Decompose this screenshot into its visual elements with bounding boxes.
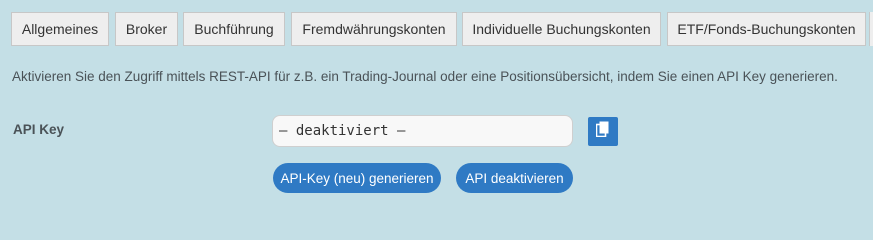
settings-tabs: Allgemeines Broker Buchführung Fremdwähr… [0,0,873,60]
tab-individuelle-buchungskonten[interactable]: Individuelle Buchungskonten [462,12,661,46]
copy-icon [595,121,610,142]
api-key-field[interactable]: – deaktiviert – [272,115,573,147]
tab-broker[interactable]: Broker [115,12,178,46]
generate-api-key-button[interactable]: API-Key (neu) generieren [273,163,441,193]
copy-button[interactable] [588,117,618,146]
tab-fremdwaehrungskonten[interactable]: Fremdwährungskonten [291,12,457,46]
deactivate-api-button[interactable]: API deaktivieren [456,163,573,193]
api-key-label: API Key [13,122,65,137]
tab-etf-fonds-buchungskonten[interactable]: ETF/Fonds-Buchungskonten [667,12,866,46]
api-description: Aktivieren Sie den Zugriff mittels REST-… [12,69,838,84]
tab-overflow-edge [869,12,873,46]
tab-buchfuehrung[interactable]: Buchführung [183,12,285,46]
tab-allgemeines[interactable]: Allgemeines [11,12,109,46]
